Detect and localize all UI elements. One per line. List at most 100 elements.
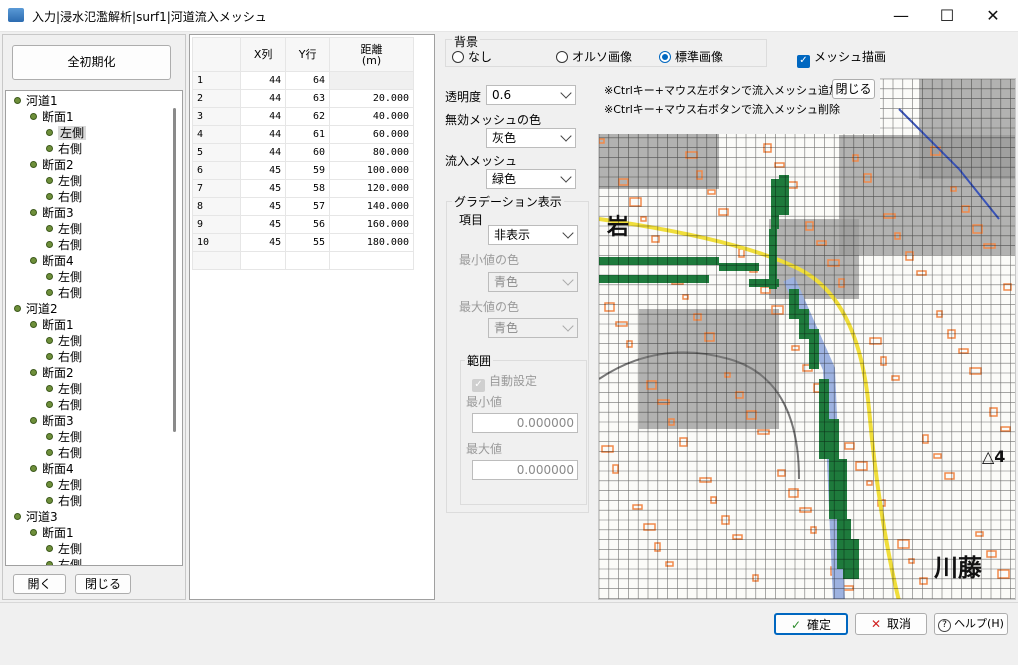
table-cell[interactable] xyxy=(329,251,414,270)
table-cell[interactable]: 140.000 xyxy=(329,197,414,216)
table-cell[interactable]: 40.000 xyxy=(329,107,414,126)
tree-item[interactable]: 左側 xyxy=(46,381,82,397)
help-button[interactable]: ? ヘルプ(H) xyxy=(934,613,1008,635)
tree-item[interactable]: 断面4 xyxy=(30,461,74,477)
tree-item[interactable]: 断面1 xyxy=(30,109,74,125)
close-hint-button[interactable]: 閉じる xyxy=(832,79,875,99)
tree-item[interactable]: 右側 xyxy=(46,189,82,205)
row-header[interactable]: 9 xyxy=(192,215,241,234)
background-option[interactable]: なし xyxy=(452,48,492,65)
row-header[interactable]: 2 xyxy=(192,89,241,108)
background-option[interactable]: 標準画像 xyxy=(659,48,723,65)
row-header[interactable]: 10 xyxy=(192,233,241,252)
table-row[interactable]: 2 44 63 20.000 xyxy=(192,89,414,108)
table-row[interactable]: 4 44 61 60.000 xyxy=(192,125,414,144)
table-cell[interactable]: 59 xyxy=(285,161,331,180)
tree-item[interactable]: 断面2 xyxy=(30,365,74,381)
close-tree-button[interactable]: 閉じる xyxy=(75,574,131,594)
tree-item[interactable]: 左側 xyxy=(46,429,82,445)
mesh-table[interactable]: X列 Y行 距離 (m) 1 44 64 2 44 63 20.000 3 44 62 40.000 4 44… xyxy=(192,37,414,270)
tree-item[interactable]: 左側 xyxy=(46,221,82,237)
tree-item[interactable]: 右側 xyxy=(46,349,82,365)
table-row[interactable]: 9 45 56 160.000 xyxy=(192,215,414,234)
table-cell[interactable]: 45 xyxy=(239,179,287,198)
auto-setting-checkbox[interactable]: ✓ 自動設定 xyxy=(472,372,537,392)
tree-item[interactable]: 右側 xyxy=(46,141,82,157)
table-cell[interactable]: 44 xyxy=(239,125,287,144)
table-cell[interactable]: 55 xyxy=(285,233,331,252)
table-cell[interactable]: 58 xyxy=(285,179,331,198)
tree-item[interactable]: 右側 xyxy=(46,285,82,301)
open-button[interactable]: 開く xyxy=(13,574,66,594)
map-view[interactable]: 岩川藤 △4 xyxy=(598,78,1016,600)
tree-item[interactable]: 断面1 xyxy=(30,317,74,333)
tree-item[interactable]: 河道2 xyxy=(14,301,58,317)
invalid-color-select[interactable]: 灰色 xyxy=(486,128,576,148)
max-color-select[interactable]: 青色 xyxy=(488,318,578,338)
tree-item[interactable]: 断面4 xyxy=(30,253,74,269)
row-header[interactable] xyxy=(192,251,241,270)
max-value-input[interactable]: 0.000000 xyxy=(472,460,578,480)
maximize-button[interactable]: ☐ xyxy=(924,0,970,32)
table-cell[interactable]: 100.000 xyxy=(329,161,414,180)
tree-item[interactable]: 右側 xyxy=(46,557,82,565)
tree-item[interactable]: 河道3 xyxy=(14,509,58,525)
table-row[interactable]: 7 45 58 120.000 xyxy=(192,179,414,198)
tree-item[interactable]: 左側 xyxy=(46,269,82,285)
tree-item[interactable]: 右側 xyxy=(46,445,82,461)
table-cell[interactable]: 61 xyxy=(285,125,331,144)
table-cell[interactable]: 45 xyxy=(239,161,287,180)
table-cell[interactable]: 45 xyxy=(239,197,287,216)
tree-item[interactable]: 左側 xyxy=(46,173,82,189)
map-canvas[interactable]: 岩川藤 △4 xyxy=(599,79,1016,600)
tree-item[interactable]: 左側 xyxy=(46,477,82,493)
table-cell[interactable]: 20.000 xyxy=(329,89,414,108)
tree-item[interactable]: 右側 xyxy=(46,237,82,253)
row-header[interactable]: 4 xyxy=(192,125,241,144)
inflow-color-select[interactable]: 緑色 xyxy=(486,169,576,189)
tree-item[interactable]: 左側 xyxy=(46,541,82,557)
row-header[interactable]: 7 xyxy=(192,179,241,198)
row-header[interactable]: 3 xyxy=(192,107,241,126)
mesh-draw-checkbox[interactable]: ✓ メッシュ描画 xyxy=(797,48,886,68)
tree-item[interactable]: 断面1 xyxy=(30,525,74,541)
table-cell[interactable]: 62 xyxy=(285,107,331,126)
table-cell[interactable]: 44 xyxy=(239,89,287,108)
table-cell[interactable]: 44 xyxy=(239,71,287,90)
table-cell[interactable]: 63 xyxy=(285,89,331,108)
tree-item[interactable]: 断面3 xyxy=(30,205,74,221)
table-cell[interactable]: 45 xyxy=(239,215,287,234)
reset-all-button[interactable]: 全初期化 xyxy=(12,45,171,80)
row-header[interactable]: 8 xyxy=(192,197,241,216)
min-color-select[interactable]: 青色 xyxy=(488,272,578,292)
min-value-input[interactable]: 0.000000 xyxy=(472,413,578,433)
table-cell[interactable]: 64 xyxy=(285,71,331,90)
tree-view[interactable]: 河道1 断面1 左側 右側 断面2 左側 右側 断面3 左側 右側 断面4 左側 右側 河道2 断面1 左側右… xyxy=(5,90,183,566)
table-row[interactable]: 8 45 57 140.000 xyxy=(192,197,414,216)
table-cell[interactable]: 44 xyxy=(239,143,287,162)
row-header[interactable]: 5 xyxy=(192,143,241,162)
table-cell[interactable]: 44 xyxy=(239,107,287,126)
tree-item[interactable]: 右側 xyxy=(46,397,82,413)
background-option[interactable]: オルソ画像 xyxy=(556,48,632,65)
tree-scrollbar[interactable] xyxy=(173,108,176,432)
table-row[interactable]: 10 45 55 180.000 xyxy=(192,233,414,252)
table-cell[interactable]: 57 xyxy=(285,197,331,216)
tree-item[interactable]: 左側 xyxy=(46,333,82,349)
table-row[interactable]: 3 44 62 40.000 xyxy=(192,107,414,126)
gradation-item-select[interactable]: 非表示 xyxy=(488,225,578,245)
close-window-button[interactable]: ✕ xyxy=(970,0,1016,32)
tree-item[interactable]: 右側 xyxy=(46,493,82,509)
table-row[interactable]: 1 44 64 xyxy=(192,71,414,90)
table-cell[interactable] xyxy=(329,71,414,90)
table-cell[interactable] xyxy=(239,251,287,270)
table-cell[interactable]: 120.000 xyxy=(329,179,414,198)
cancel-button[interactable]: ✕ 取消 xyxy=(855,613,927,635)
table-cell[interactable]: 80.000 xyxy=(329,143,414,162)
table-cell[interactable] xyxy=(285,251,331,270)
table-cell[interactable]: 180.000 xyxy=(329,233,414,252)
tree-item[interactable]: 左側 xyxy=(46,125,87,141)
table-cell[interactable]: 60 xyxy=(285,143,331,162)
tree-item[interactable]: 河道1 xyxy=(14,93,58,109)
column-header[interactable]: 距離 (m) xyxy=(329,37,414,72)
